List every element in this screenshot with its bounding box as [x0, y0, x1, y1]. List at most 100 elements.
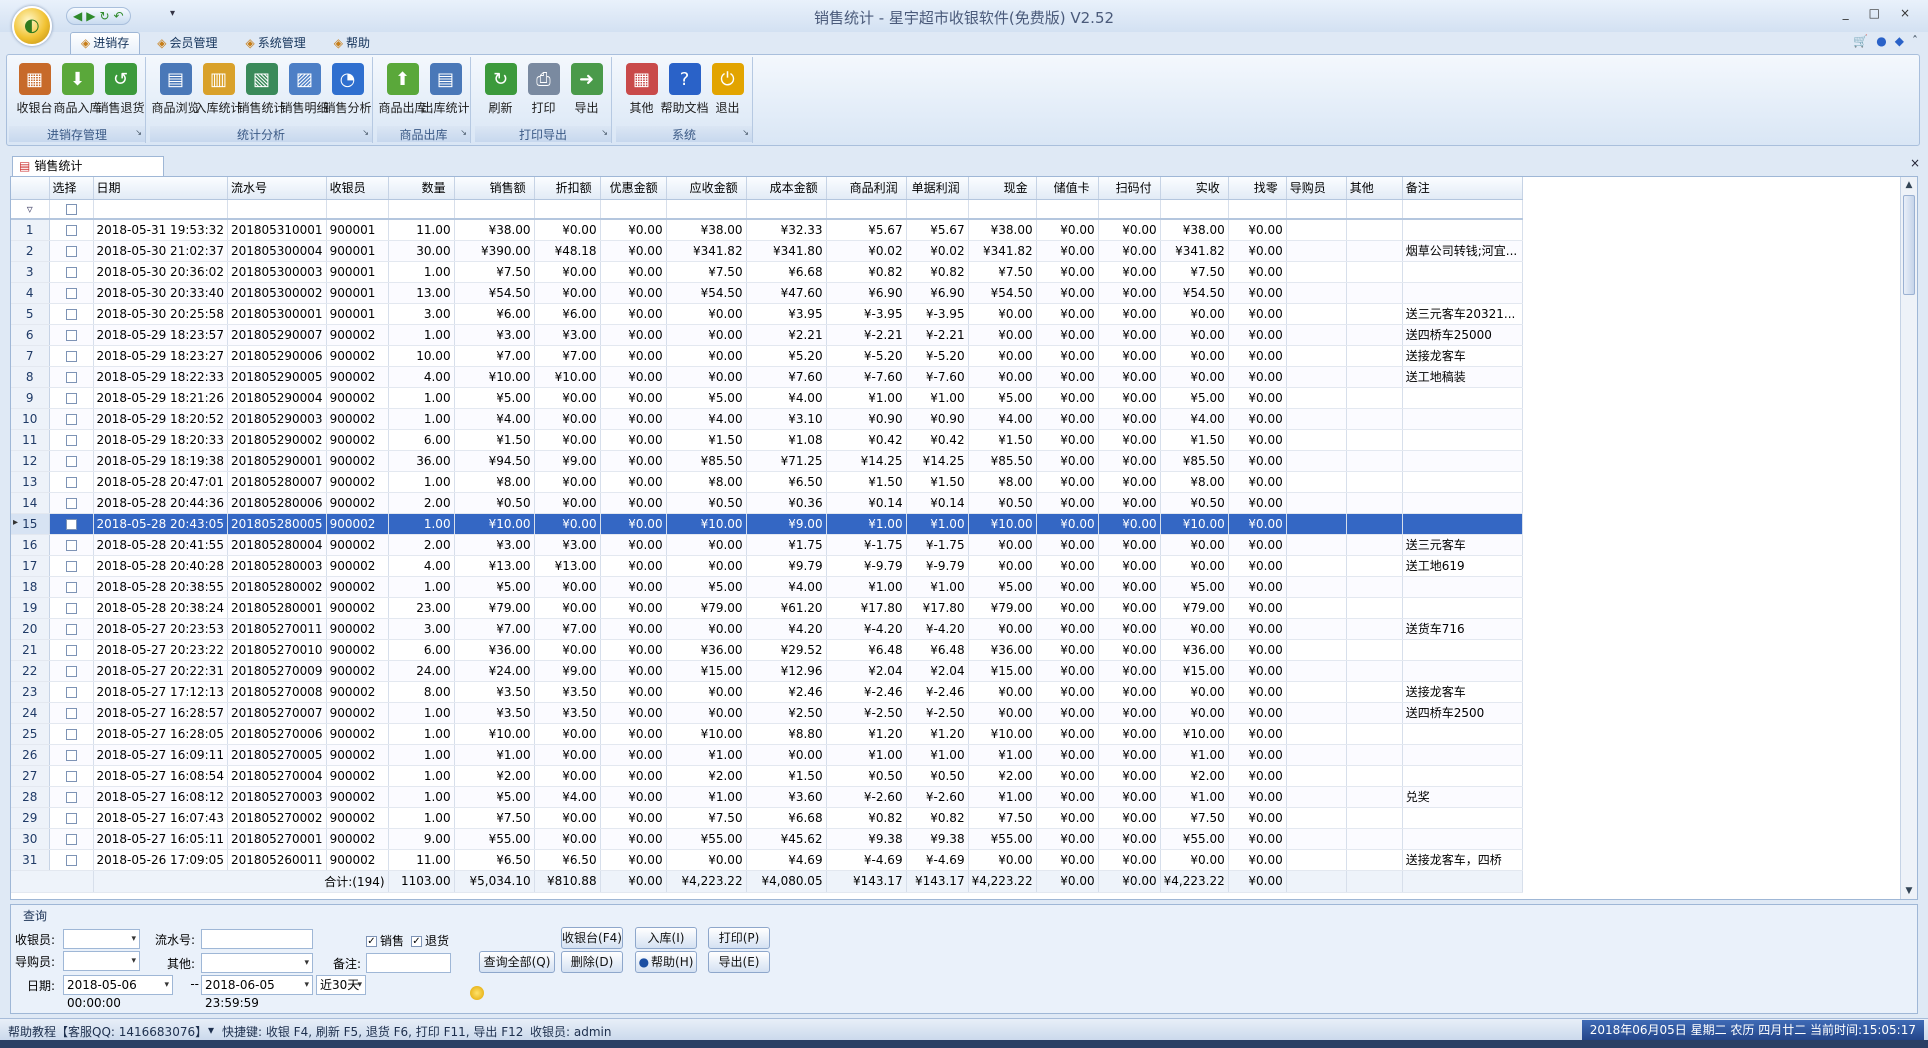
table-cell[interactable]: ¥0.00 — [968, 534, 1037, 556]
table-cell[interactable] — [1346, 408, 1403, 430]
row-select-checkbox[interactable] — [49, 639, 94, 661]
dialog-launcher-icon[interactable]: ↘ — [742, 128, 749, 137]
table-cell[interactable]: ¥0.00 — [1228, 303, 1287, 325]
filter-cell[interactable] — [326, 199, 389, 220]
table-cell[interactable]: ¥3.00 — [534, 534, 601, 556]
table-cell[interactable]: ¥0.00 — [1228, 366, 1287, 388]
table-cell[interactable] — [1346, 240, 1403, 262]
table-cell[interactable]: 1.00 — [388, 786, 455, 808]
row-select-checkbox[interactable] — [49, 324, 94, 346]
table-cell[interactable] — [1286, 723, 1347, 745]
table-cell[interactable]: 1.00 — [388, 744, 455, 766]
ribbon-button-3-1[interactable]: ⎙ 打印 — [522, 59, 565, 123]
table-row[interactable]: 28 2018-05-27 16:08:12 201805270003 900002 1… — [11, 786, 1523, 808]
row-select-checkbox[interactable] — [49, 555, 94, 577]
table-cell[interactable] — [1286, 471, 1347, 493]
table-row[interactable]: 21 2018-05-27 20:23:22 201805270010 900002 6… — [11, 639, 1523, 661]
table-cell[interactable]: ¥8.00 — [1160, 471, 1229, 493]
row-select-checkbox[interactable] — [49, 492, 94, 514]
table-cell[interactable]: ¥36.00 — [454, 639, 535, 661]
table-cell[interactable]: ¥38.00 — [666, 219, 747, 241]
filter-cell[interactable] — [1346, 199, 1403, 220]
table-row[interactable]: 2 2018-05-30 21:02:37 201805300004 900001 30… — [11, 240, 1523, 262]
table-cell[interactable]: ¥0.00 — [1036, 702, 1099, 724]
ribbon-button-1-4[interactable]: ◔ 销售分析 — [324, 59, 372, 123]
table-cell[interactable]: ¥0.00 — [1036, 219, 1099, 241]
column-header[interactable]: 其他 — [1346, 177, 1403, 200]
table-cell[interactable]: ¥1.75 — [746, 534, 827, 556]
table-cell[interactable]: ¥0.00 — [1228, 282, 1287, 304]
table-cell[interactable]: ¥0.00 — [600, 345, 667, 367]
row-select-checkbox[interactable] — [49, 240, 94, 262]
table-cell[interactable] — [1346, 366, 1403, 388]
table-cell[interactable]: ¥1.00 — [1160, 744, 1229, 766]
table-cell[interactable]: ¥0.00 — [1036, 639, 1099, 661]
table-cell[interactable] — [1346, 576, 1403, 598]
table-cell[interactable]: ¥-4.69 — [906, 849, 969, 871]
table-cell[interactable] — [1402, 261, 1523, 283]
column-header[interactable]: 日期 — [93, 177, 228, 200]
table-cell[interactable]: ¥10.00 — [534, 366, 601, 388]
table-cell[interactable] — [1346, 261, 1403, 283]
table-cell[interactable]: ¥94.50 — [454, 450, 535, 472]
table-cell[interactable]: ¥9.00 — [746, 513, 827, 535]
table-cell[interactable] — [1346, 828, 1403, 850]
table-cell[interactable]: 201805270010 — [227, 639, 327, 661]
tab-0[interactable]: ◈ 进销存 — [70, 32, 141, 54]
table-row[interactable]: 19 2018-05-28 20:38:24 201805280001 900002 2… — [11, 597, 1523, 619]
table-cell[interactable]: ¥4.00 — [666, 408, 747, 430]
table-cell[interactable]: ¥79.00 — [1160, 597, 1229, 619]
table-cell[interactable]: ¥0.02 — [906, 240, 969, 262]
table-cell[interactable] — [1346, 471, 1403, 493]
row-select-checkbox[interactable] — [49, 723, 94, 745]
table-cell[interactable]: ¥1.00 — [826, 576, 907, 598]
table-cell[interactable]: ¥0.50 — [666, 492, 747, 514]
table-cell[interactable]: 900002 — [326, 681, 389, 703]
filter-cell[interactable] — [1228, 199, 1287, 220]
table-cell[interactable]: ¥85.50 — [666, 450, 747, 472]
table-cell[interactable] — [1402, 576, 1523, 598]
table-cell[interactable]: 900002 — [326, 702, 389, 724]
table-cell[interactable] — [1286, 765, 1347, 787]
table-cell[interactable]: ¥-2.60 — [826, 786, 907, 808]
table-cell[interactable]: ¥0.00 — [1036, 471, 1099, 493]
table-cell[interactable]: 23.00 — [388, 597, 455, 619]
table-cell[interactable]: 1.00 — [388, 324, 455, 346]
table-cell[interactable]: 兑奖 — [1402, 786, 1523, 808]
table-cell[interactable]: 2018-05-29 18:23:27 — [93, 345, 228, 367]
table-cell[interactable] — [1346, 534, 1403, 556]
table-cell[interactable]: ¥0.00 — [1036, 723, 1099, 745]
table-cell[interactable]: 900002 — [326, 555, 389, 577]
table-cell[interactable]: ¥0.00 — [1160, 618, 1229, 640]
table-cell[interactable]: ¥24.00 — [454, 660, 535, 682]
column-header[interactable]: 找零 — [1228, 177, 1287, 200]
table-cell[interactable]: ¥0.00 — [534, 513, 601, 535]
table-cell[interactable]: ¥-2.21 — [826, 324, 907, 346]
help-tutorial-link[interactable]: 帮助教程【客服QQ: 1416683076】 — [8, 1023, 207, 1040]
app-logo-button[interactable]: ◐ — [12, 6, 52, 46]
table-cell[interactable]: ¥3.95 — [746, 303, 827, 325]
table-cell[interactable]: ¥6.50 — [454, 849, 535, 871]
row-select-checkbox[interactable] — [49, 618, 94, 640]
row-select-checkbox[interactable] — [49, 660, 94, 682]
table-cell[interactable]: 201805270011 — [227, 618, 327, 640]
table-cell[interactable]: 201805300002 — [227, 282, 327, 304]
table-cell[interactable]: 900001 — [326, 303, 389, 325]
table-cell[interactable]: ¥6.50 — [534, 849, 601, 871]
table-cell[interactable]: ¥10.00 — [968, 513, 1037, 535]
table-cell[interactable]: ¥0.00 — [534, 282, 601, 304]
table-cell[interactable]: ¥0.00 — [1036, 513, 1099, 535]
table-cell[interactable]: ¥14.25 — [906, 450, 969, 472]
table-cell[interactable]: ¥0.00 — [600, 660, 667, 682]
table-cell[interactable] — [1346, 744, 1403, 766]
dialog-launcher-icon[interactable]: ↘ — [362, 128, 369, 137]
row-select-checkbox[interactable] — [49, 765, 94, 787]
table-cell[interactable]: ¥1.00 — [826, 387, 907, 409]
table-cell[interactable]: ¥0.00 — [1036, 345, 1099, 367]
table-cell[interactable]: ¥0.00 — [1098, 408, 1161, 430]
table-cell[interactable]: ¥79.00 — [454, 597, 535, 619]
table-cell[interactable]: ¥0.00 — [1098, 828, 1161, 850]
table-cell[interactable]: ¥0.00 — [1228, 471, 1287, 493]
table-cell[interactable] — [1286, 450, 1347, 472]
table-cell[interactable]: ¥2.00 — [666, 765, 747, 787]
